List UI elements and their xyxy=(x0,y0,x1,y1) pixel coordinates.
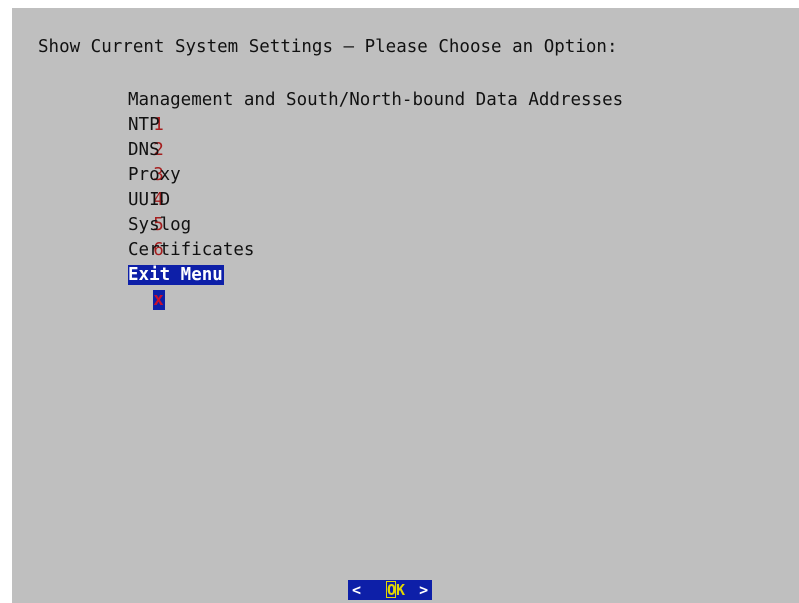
menu-item-dns[interactable]: 3 DNS xyxy=(90,138,165,185)
text-cursor xyxy=(386,581,397,598)
button-left-bracket: < xyxy=(352,581,362,599)
menu-item-label: Certificates xyxy=(128,240,255,260)
menu-item-label: DNS xyxy=(128,140,160,160)
terminal-screen: Show Current System Settings – Please Ch… xyxy=(12,8,799,603)
button-bar: < OK > xyxy=(348,579,433,601)
ok-button[interactable]: < OK > xyxy=(348,580,433,600)
menu-item-ntp[interactable]: 2 NTP xyxy=(90,113,165,160)
menu-item-label: Exit Menu xyxy=(128,265,224,285)
menu-item-label: Syslog xyxy=(128,215,192,235)
settings-menu: 1 Management and South/North-bound Data … xyxy=(90,88,623,310)
menu-item-exit-menu[interactable]: x Exit Menu xyxy=(90,263,224,310)
menu-item-syslog[interactable]: 6 Syslog xyxy=(90,213,191,260)
menu-item-label: UUID xyxy=(128,190,171,210)
menu-item-label: Proxy xyxy=(128,165,181,185)
menu-item-proxy[interactable]: 4 Proxy xyxy=(90,163,181,210)
menu-item-key: x xyxy=(153,290,166,310)
menu-item-label: Management and South/North-bound Data Ad… xyxy=(128,90,624,110)
menu-item-certificates[interactable]: 7 Certificates xyxy=(90,238,254,285)
ok-button-label: OK xyxy=(386,580,405,600)
menu-item-uuid[interactable]: 5 UUID xyxy=(90,188,170,235)
menu-item-management-addresses[interactable]: 1 Management and South/North-bound Data … xyxy=(90,88,623,135)
button-right-bracket: > xyxy=(419,581,429,599)
menu-item-label: NTP xyxy=(128,115,160,135)
menu-prompt: Show Current System Settings – Please Ch… xyxy=(38,37,618,57)
